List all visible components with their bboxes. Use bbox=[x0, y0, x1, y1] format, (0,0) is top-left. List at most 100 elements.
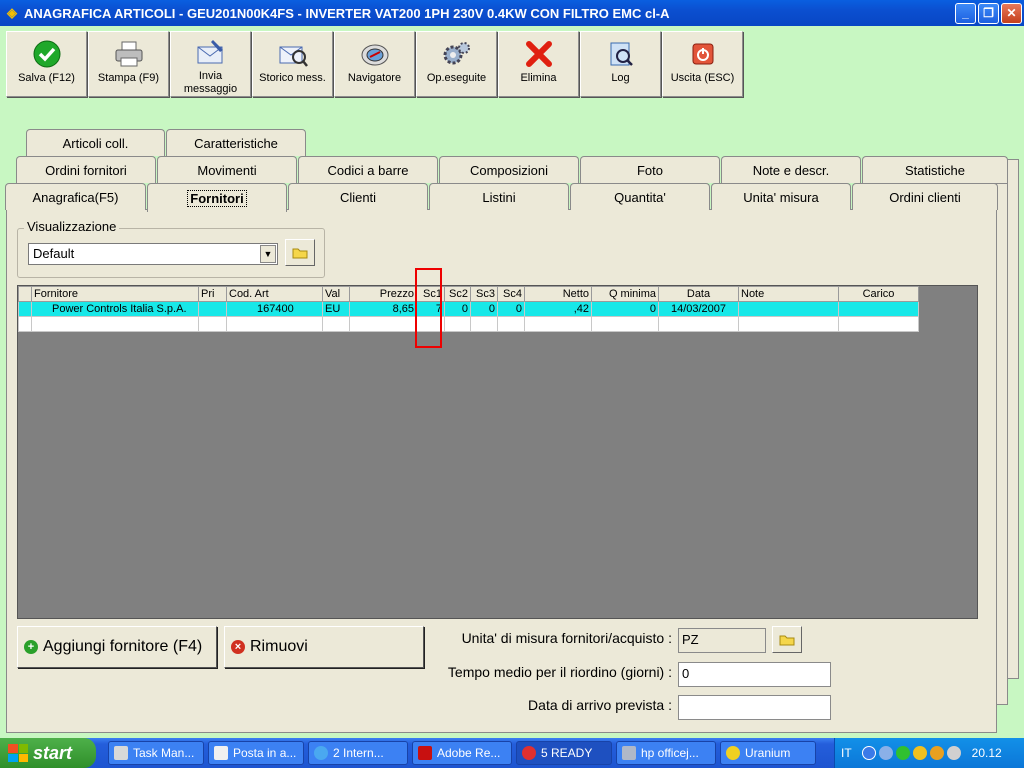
tab-photo[interactable]: Foto bbox=[580, 156, 720, 183]
column-header[interactable]: Data bbox=[658, 286, 739, 302]
cell-discount-4[interactable]: 0 bbox=[497, 301, 525, 317]
cell-article-code[interactable]: 167400 bbox=[226, 301, 323, 317]
tab-units[interactable]: Unita' misura bbox=[711, 183, 851, 210]
task-mail[interactable]: Posta in a... bbox=[208, 741, 304, 765]
table-row[interactable]: Power Controls Italia S.p.A. 167400 EU 8… bbox=[18, 301, 919, 317]
tab-movements[interactable]: Movimenti bbox=[157, 156, 297, 183]
add-supplier-button[interactable]: + Aggiungi fornitore (F4) bbox=[17, 626, 217, 668]
cell-discount-3[interactable] bbox=[470, 316, 498, 332]
suppliers-grid: Fornitore Pri Cod. Art Val Prezzo Sc1 Sc… bbox=[17, 268, 978, 619]
delete-button[interactable]: Elimina bbox=[498, 31, 579, 97]
tab-barcodes[interactable]: Codici a barre bbox=[298, 156, 438, 183]
language-indicator[interactable]: IT bbox=[841, 746, 852, 760]
cell-discount-4[interactable] bbox=[497, 316, 525, 332]
gears-icon bbox=[441, 38, 473, 70]
column-header[interactable]: Prezzo bbox=[349, 286, 417, 302]
cell-min-quantity[interactable] bbox=[591, 316, 659, 332]
column-header[interactable]: Sc4 bbox=[497, 286, 525, 302]
cell-notes[interactable] bbox=[738, 316, 839, 332]
cell-min-quantity[interactable]: 0 bbox=[591, 301, 659, 317]
tab-price-lists[interactable]: Listini bbox=[429, 183, 569, 210]
send-message-button[interactable]: Invia messaggio bbox=[170, 31, 251, 97]
tab-compositions[interactable]: Composizioni bbox=[439, 156, 579, 183]
cell-supplier[interactable] bbox=[31, 316, 199, 332]
cell-date[interactable] bbox=[658, 316, 739, 332]
network-icon[interactable] bbox=[878, 746, 893, 760]
log-button[interactable]: Log bbox=[580, 31, 661, 97]
cell-price[interactable]: 8,65 bbox=[349, 301, 417, 317]
cell-price[interactable] bbox=[349, 316, 417, 332]
save-button[interactable]: Salva (F12) bbox=[6, 31, 87, 97]
cell-currency[interactable]: EU bbox=[322, 301, 350, 317]
tab-label: Listini bbox=[482, 189, 516, 205]
tab-statistics[interactable]: Statistiche bbox=[862, 156, 1008, 183]
close-button[interactable]: ✕ bbox=[1001, 2, 1022, 24]
remove-button[interactable]: × Rimuovi bbox=[224, 626, 424, 668]
print-button[interactable]: Stampa (F9) bbox=[88, 31, 169, 97]
cell-net[interactable]: ,42 bbox=[524, 301, 592, 317]
row-selector[interactable] bbox=[18, 301, 32, 317]
arrival-field[interactable] bbox=[678, 695, 831, 720]
task-adobe[interactable]: Adobe Re... bbox=[412, 741, 512, 765]
column-header[interactable]: Fornitore bbox=[31, 286, 199, 302]
cell-notes[interactable] bbox=[738, 301, 839, 317]
message-history-button[interactable]: Storico mess. bbox=[252, 31, 333, 97]
cell-currency[interactable] bbox=[322, 316, 350, 332]
radiation-tray-icon[interactable] bbox=[929, 746, 944, 760]
tab-quantity[interactable]: Quantita' bbox=[570, 183, 710, 210]
cell-discount-2[interactable]: 0 bbox=[444, 301, 471, 317]
reorder-field[interactable]: 0 bbox=[678, 662, 831, 687]
tab-suppliers[interactable]: Fornitori bbox=[147, 183, 287, 212]
task-ready[interactable]: 5 READY bbox=[516, 741, 612, 765]
tab-characteristics[interactable]: Caratteristiche bbox=[166, 129, 306, 156]
smiley-icon[interactable] bbox=[912, 746, 927, 760]
column-header[interactable]: Pri bbox=[198, 286, 227, 302]
cell-load[interactable] bbox=[838, 301, 919, 317]
cell-article-code[interactable] bbox=[226, 316, 323, 332]
task-task-manager[interactable]: Task Man... bbox=[108, 741, 204, 765]
speaker-icon[interactable] bbox=[946, 746, 961, 760]
uom-field[interactable]: PZ bbox=[678, 628, 766, 653]
tab-customer-orders[interactable]: Ordini clienti bbox=[852, 183, 998, 210]
cell-discount-2[interactable] bbox=[444, 316, 471, 332]
view-select[interactable]: Default ▼ bbox=[28, 243, 278, 265]
navigator-button[interactable]: Navigatore bbox=[334, 31, 415, 97]
row-selector[interactable] bbox=[18, 316, 32, 332]
view-folder-button[interactable] bbox=[285, 239, 315, 266]
cell-supplier[interactable]: Power Controls Italia S.p.A. bbox=[31, 301, 199, 317]
tab-customers[interactable]: Clienti bbox=[288, 183, 428, 210]
column-header[interactable]: Val bbox=[322, 286, 350, 302]
tab-notes[interactable]: Note e descr. bbox=[721, 156, 861, 183]
task-uranium[interactable]: Uranium bbox=[720, 741, 816, 765]
column-header[interactable]: Cod. Art bbox=[226, 286, 323, 302]
start-button[interactable]: start bbox=[0, 738, 96, 768]
column-header[interactable]: Netto bbox=[524, 286, 592, 302]
message-history-icon bbox=[277, 38, 309, 70]
column-header[interactable]: Note bbox=[738, 286, 839, 302]
column-header[interactable]: Carico bbox=[838, 286, 919, 302]
status-icon[interactable] bbox=[895, 746, 910, 760]
cell-discount-3[interactable]: 0 bbox=[470, 301, 498, 317]
maximize-button[interactable]: ❐ bbox=[978, 2, 999, 24]
tab-registry[interactable]: Anagrafica(F5) bbox=[5, 183, 146, 210]
tab-row-1: Articoli coll. Caratteristiche bbox=[26, 129, 307, 156]
exit-button[interactable]: Uscita (ESC) bbox=[662, 31, 743, 97]
operations-done-button[interactable]: Op.eseguite bbox=[416, 31, 497, 97]
tab-supplier-orders[interactable]: Ordini fornitori bbox=[16, 156, 156, 183]
minimize-button[interactable]: _ bbox=[955, 2, 976, 24]
cell-load[interactable] bbox=[838, 316, 919, 332]
cell-net[interactable] bbox=[524, 316, 592, 332]
chevron-left-icon[interactable] bbox=[861, 746, 876, 760]
column-header[interactable]: Sc2 bbox=[444, 286, 471, 302]
tab-linked-articles[interactable]: Articoli coll. bbox=[26, 129, 165, 156]
column-header[interactable]: Q minima bbox=[591, 286, 659, 302]
table-row[interactable] bbox=[18, 316, 919, 332]
cell-priority[interactable] bbox=[198, 316, 227, 332]
task-hp[interactable]: hp officej... bbox=[616, 741, 716, 765]
task-internet[interactable]: 2 Intern... bbox=[308, 741, 408, 765]
uom-folder-button[interactable] bbox=[772, 626, 802, 653]
cell-date[interactable]: 14/03/2007 bbox=[658, 301, 739, 317]
cell-priority[interactable] bbox=[198, 301, 227, 317]
column-header[interactable]: Sc3 bbox=[470, 286, 498, 302]
chevron-down-icon[interactable]: ▼ bbox=[260, 245, 276, 263]
